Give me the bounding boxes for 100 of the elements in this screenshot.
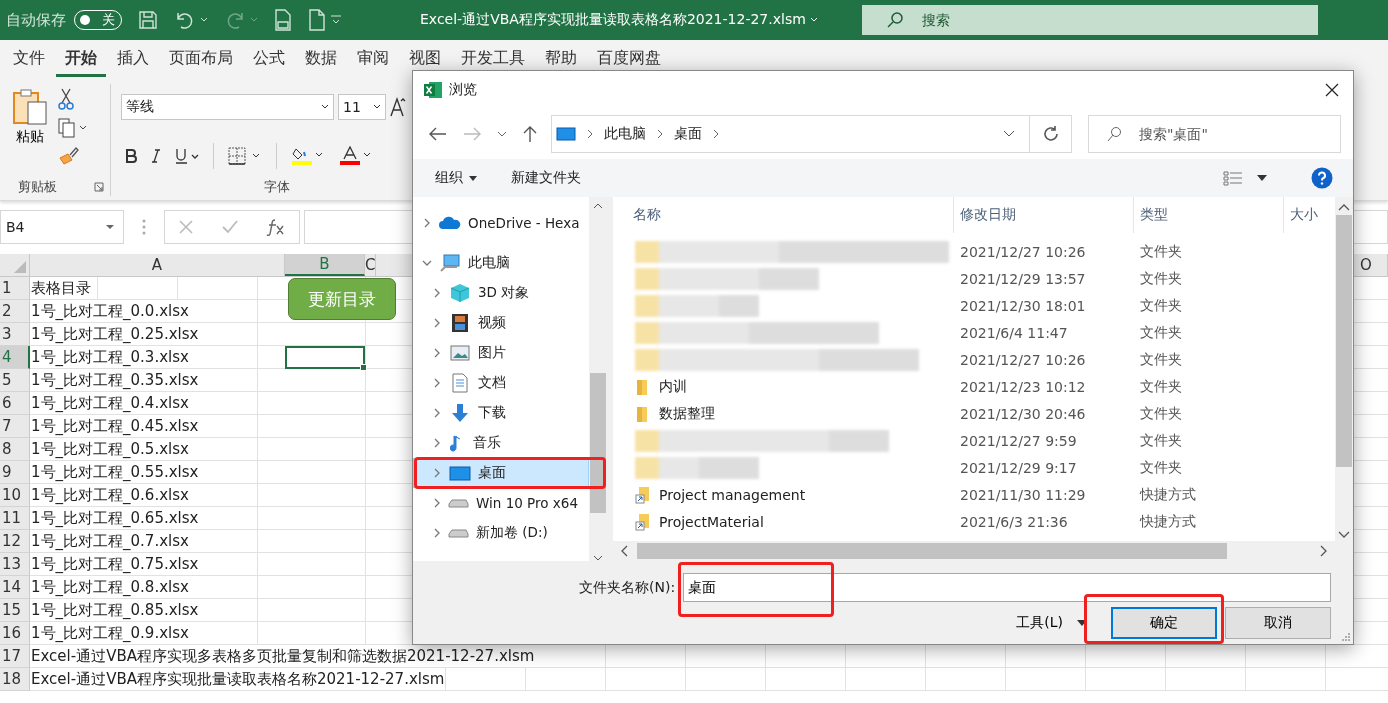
cut-icon[interactable]: [58, 88, 74, 110]
file-name[interactable]: 内训: [659, 377, 687, 396]
format-painter-icon[interactable]: [58, 146, 80, 166]
scroll-up-icon[interactable]: [1338, 203, 1350, 211]
scrollbar-thumb[interactable]: [1336, 215, 1352, 467]
refresh-button[interactable]: [1030, 115, 1072, 153]
chevron-icon[interactable]: [586, 129, 594, 139]
expand-chevron-icon[interactable]: [432, 468, 442, 478]
tree-item[interactable]: 文档: [413, 368, 589, 398]
underline-icon[interactable]: [175, 148, 199, 164]
resize-grip-icon[interactable]: [1342, 633, 1350, 641]
scroll-up-icon[interactable]: [593, 203, 603, 209]
row-header[interactable]: 9: [0, 461, 30, 484]
breadcrumb-item[interactable]: 此电脑: [604, 125, 646, 143]
breadcrumb-item[interactable]: 桌面: [674, 125, 702, 143]
customize-caret-icon[interactable]: [330, 15, 342, 25]
caret-icon[interactable]: [105, 224, 115, 230]
ribbon-tab[interactable]: 开发工具: [452, 41, 534, 77]
row-header[interactable]: 10: [0, 484, 30, 507]
row-header[interactable]: 13: [0, 553, 30, 576]
file-name[interactable]: ProjectMaterial: [659, 513, 764, 530]
grip-icon[interactable]: [142, 218, 146, 236]
scroll-down-icon[interactable]: [1338, 531, 1350, 539]
collapse-chevron-icon[interactable]: [422, 258, 432, 268]
row-header[interactable]: 15: [0, 599, 30, 622]
ribbon-tab[interactable]: 页面布局: [160, 41, 242, 77]
name-box[interactable]: B4: [0, 210, 124, 244]
ribbon-tab[interactable]: 插入: [108, 41, 158, 77]
expand-chevron-icon[interactable]: [432, 288, 442, 298]
expand-chevron-icon[interactable]: [432, 498, 442, 508]
file-name[interactable]: Project management: [659, 486, 806, 503]
font-color-icon[interactable]: [339, 146, 373, 166]
recent-caret-icon[interactable]: [497, 131, 507, 137]
expand-chevron-icon[interactable]: [432, 528, 442, 538]
folder-name-field[interactable]: 桌面: [683, 573, 1331, 602]
row-header[interactable]: 14: [0, 576, 30, 599]
search-field[interactable]: 搜索"桌面": [1088, 115, 1341, 153]
row-header[interactable]: 17: [0, 645, 30, 668]
save-icon[interactable]: [138, 10, 158, 30]
row-header[interactable]: 7: [0, 415, 30, 438]
column-header[interactable]: B: [285, 254, 365, 276]
row-header[interactable]: 16: [0, 622, 30, 645]
caret-icon[interactable]: [373, 104, 381, 110]
row-header[interactable]: 1: [0, 277, 30, 300]
caret-icon[interactable]: [1257, 175, 1267, 181]
close-icon[interactable]: [1325, 83, 1339, 97]
caret-icon[interactable]: [321, 104, 329, 110]
tree-item[interactable]: 音乐: [413, 428, 589, 458]
bold-icon[interactable]: [125, 149, 137, 163]
ribbon-tab[interactable]: 公式: [244, 41, 294, 77]
organize-menu[interactable]: 组织: [425, 165, 487, 191]
expand-chevron-icon[interactable]: [432, 408, 442, 418]
tools-menu[interactable]: 工具(L): [1010, 613, 1093, 633]
expand-chevron-icon[interactable]: [422, 218, 432, 228]
ribbon-tab[interactable]: 文件: [4, 41, 54, 77]
ribbon-tab[interactable]: 百度网盘: [588, 41, 670, 77]
row-header[interactable]: 3: [0, 323, 30, 346]
tree-item[interactable]: 此电脑: [413, 248, 589, 278]
font-name-field[interactable]: 等线: [121, 94, 334, 120]
ribbon-tab[interactable]: 视图: [400, 41, 450, 77]
expand-chevron-icon[interactable]: [432, 348, 442, 358]
column-header[interactable]: C: [365, 254, 377, 276]
cancel-button[interactable]: 取消: [1225, 607, 1331, 639]
row-header[interactable]: 4: [0, 346, 30, 369]
print-preview-icon[interactable]: [274, 9, 292, 31]
scroll-left-icon[interactable]: [621, 545, 629, 557]
tree-item[interactable]: 图片: [413, 338, 589, 368]
row-header[interactable]: 11: [0, 507, 30, 530]
tree-item[interactable]: 新加卷 (D:): [413, 518, 589, 548]
row-header[interactable]: 8: [0, 438, 30, 461]
column-header[interactable]: 名称: [613, 197, 953, 233]
tree-item[interactable]: 视频: [413, 308, 589, 338]
column-header[interactable]: 修改日期: [953, 197, 1133, 233]
row-header[interactable]: 18: [0, 668, 30, 691]
dialog-launcher-icon[interactable]: [94, 182, 104, 192]
increase-font-icon[interactable]: [390, 96, 406, 118]
selected-cell[interactable]: [285, 346, 365, 369]
row-header[interactable]: 12: [0, 530, 30, 553]
up-icon[interactable]: [523, 125, 537, 143]
tree-item[interactable]: 3D 对象: [413, 278, 589, 308]
insert-function-icon[interactable]: [265, 218, 286, 236]
row-header[interactable]: 6: [0, 392, 30, 415]
scrollbar-thumb[interactable]: [590, 373, 606, 513]
address-bar[interactable]: 此电脑 桌面: [551, 115, 1030, 153]
back-icon[interactable]: [429, 127, 447, 141]
column-header[interactable]: 类型: [1133, 197, 1283, 233]
help-icon[interactable]: [1311, 167, 1333, 189]
italic-icon[interactable]: [151, 149, 161, 163]
new-file-icon[interactable]: [308, 9, 326, 31]
expand-chevron-icon[interactable]: [432, 378, 442, 388]
tree-item[interactable]: 下载: [413, 398, 589, 428]
fill-color-icon[interactable]: [291, 146, 325, 166]
file-name[interactable]: 数据整理: [659, 404, 715, 423]
scrollbar-thumb[interactable]: [637, 543, 1227, 559]
chevron-icon[interactable]: [712, 129, 720, 139]
ok-button[interactable]: 确定: [1111, 607, 1217, 639]
scroll-down-icon[interactable]: [593, 555, 603, 561]
row-header[interactable]: 5: [0, 369, 30, 392]
chevron-icon[interactable]: [656, 129, 664, 139]
scroll-right-icon[interactable]: [1319, 545, 1327, 557]
